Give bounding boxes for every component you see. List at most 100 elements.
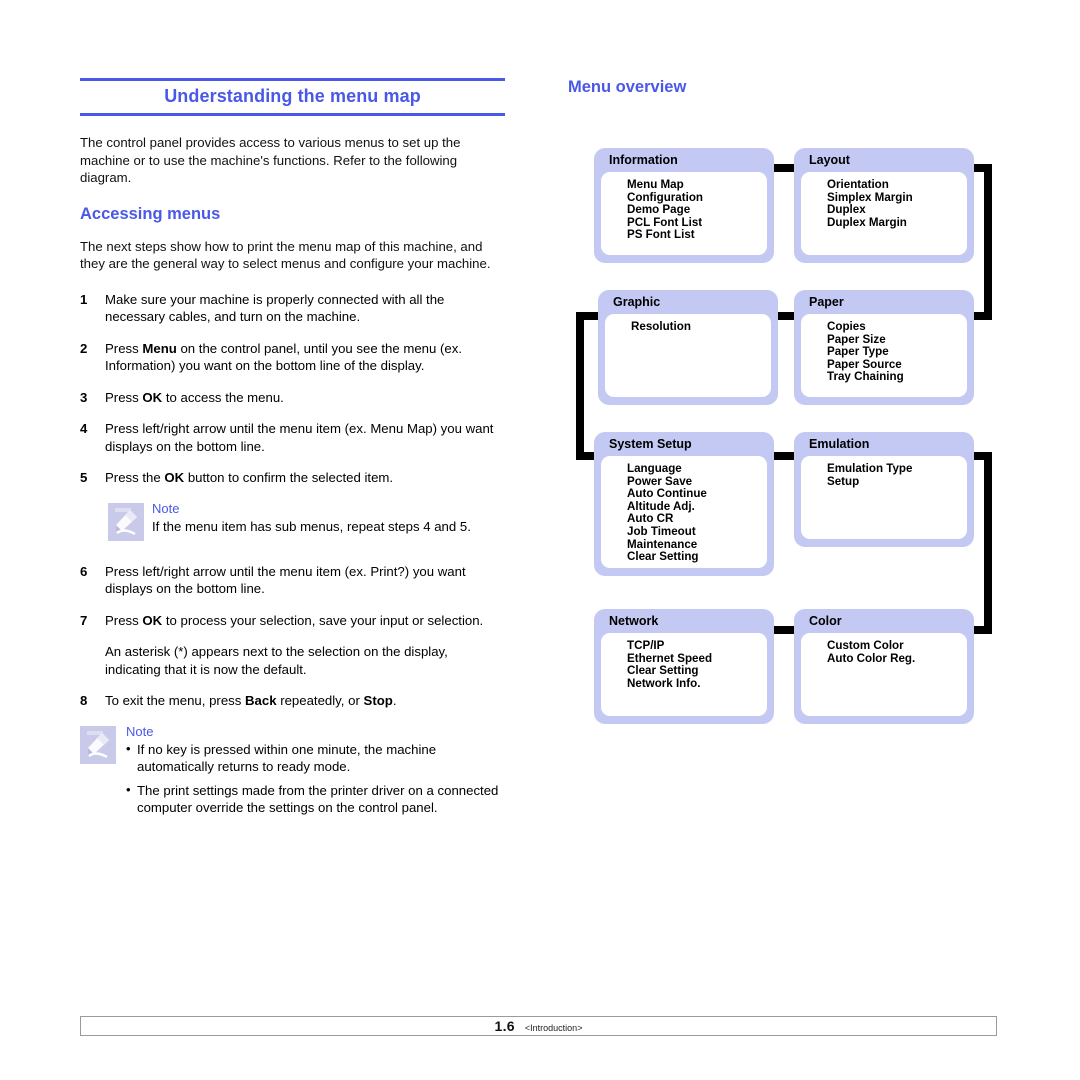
menu-box-title: Graphic <box>613 295 661 309</box>
step-bold-stop: Stop <box>363 693 393 708</box>
step-number: 1 <box>80 291 88 307</box>
step-text-b: to process your selection, save your inp… <box>162 612 484 628</box>
step-item: 2 Press Menu on the control panel, until… <box>80 340 505 375</box>
note-block: Note If no key is pressed within one min… <box>80 724 505 817</box>
menu-box-items: Custom Color Auto Color Reg. <box>801 633 967 716</box>
footer-section-label: <Introduction> <box>524 1023 583 1033</box>
connector-vertical-right-2 <box>984 452 992 634</box>
menu-box-information: Information Menu Map Configuration Demo … <box>594 148 774 263</box>
step-text-a: Press <box>105 612 143 628</box>
menu-box-items: Emulation Type Setup <box>801 456 967 539</box>
step-text: Make sure your machine is properly conne… <box>105 291 445 325</box>
menu-item: Orientation <box>827 178 889 191</box>
step-bold-ok: OK <box>164 470 185 485</box>
menu-box-network: Network TCP/IP Ethernet Speed Clear Sett… <box>594 609 774 724</box>
right-column: Menu overview Information Menu Map Confi… <box>568 78 1008 758</box>
footer-page-number: 1.6 <box>494 1018 515 1034</box>
menu-box-items: Language Power Save Auto Continue Altitu… <box>601 456 767 568</box>
menu-item: TCP/IP <box>627 639 665 652</box>
menu-item: Job Timeout <box>627 524 696 538</box>
step-bold-menu: Menu <box>142 340 177 356</box>
step-item: 6 Press left/right arrow until the menu … <box>80 563 505 598</box>
menu-box-title: Color <box>809 614 842 628</box>
page-title: Understanding the menu map <box>164 86 421 106</box>
menu-item: Paper Type <box>827 345 889 359</box>
step-bold-ok: OK <box>142 389 163 405</box>
connector-vertical-right-1 <box>984 164 992 320</box>
step-text-c: . <box>392 693 397 708</box>
step-text-b: to access the menu. <box>162 389 284 405</box>
section-heading-accessing-menus: Accessing menus <box>80 204 221 223</box>
step-number: 4 <box>80 421 88 436</box>
step-item: 1 Make sure your machine is properly con… <box>80 291 505 326</box>
step-number: 2 <box>80 340 88 356</box>
menu-item: Clear Setting <box>627 664 699 678</box>
step-number: 7 <box>80 612 88 628</box>
step-item: 8 To exit the menu, press Back repeatedl… <box>80 692 505 710</box>
step-item: 4 Press left/right arrow until the menu … <box>80 420 505 455</box>
menu-box-title: Paper <box>809 295 844 309</box>
step-text: Press left/right arrow until the menu it… <box>105 421 494 454</box>
note-bullet: The print settings made from the printer… <box>126 781 505 817</box>
menu-item: Duplex <box>827 203 866 217</box>
menu-box-system-setup: System Setup Language Power Save Auto Co… <box>594 432 774 576</box>
note-pen-icon <box>108 502 144 541</box>
step-text-a: Press <box>105 389 143 405</box>
step-text-b: repeatedly, or <box>276 693 364 708</box>
menu-item: Language <box>627 462 682 475</box>
menu-box-title: Information <box>609 153 678 167</box>
menu-box-title: System Setup <box>609 437 692 451</box>
menu-box-layout: Layout Orientation Simplex Margin Duplex… <box>794 148 974 263</box>
step-text-b: button to confirm the selected item. <box>184 470 394 485</box>
note-title: Note <box>152 500 180 516</box>
menu-item: Setup <box>827 474 860 488</box>
note-bullet-list: If no key is pressed within one minute, … <box>126 740 505 817</box>
menu-box-color: Color Custom Color Auto Color Reg. <box>794 609 974 724</box>
connector-color-right <box>972 626 992 634</box>
step-text-a: Press <box>105 340 143 356</box>
note-body: If the menu item has sub menus, repeat s… <box>152 518 471 534</box>
step-item: 3 Press OK to access the menu. <box>80 389 505 407</box>
menu-item: Tray Chaining <box>827 370 904 384</box>
menu-box-items: Orientation Simplex Margin Duplex Duplex… <box>801 172 967 255</box>
menu-box-title: Layout <box>809 153 850 167</box>
step-text-a: To exit the menu, press <box>105 693 245 708</box>
intro-paragraph: The control panel provides access to var… <box>80 135 461 185</box>
left-column: Understanding the menu map The control p… <box>80 78 505 835</box>
menu-box-title: Emulation <box>809 437 870 451</box>
step-number: 8 <box>80 693 88 708</box>
menu-box-items: Menu Map Configuration Demo Page PCL Fon… <box>601 172 767 255</box>
menu-item: PS Font List <box>627 228 695 242</box>
accessing-menus-paragraph: The next steps show how to print the men… <box>80 238 491 272</box>
step-item: 5 Press the OK button to confirm the sel… <box>80 469 505 487</box>
step-number: 3 <box>80 389 88 405</box>
menu-box-title: Network <box>609 614 659 628</box>
menu-box-items: Copies Paper Size Paper Type Paper Sourc… <box>801 314 967 397</box>
note-pen-icon <box>80 725 116 764</box>
step-number: 6 <box>80 563 88 579</box>
menu-item: Resolution <box>631 320 691 333</box>
menu-item: Emulation Type <box>827 462 913 475</box>
step-number: 5 <box>80 470 88 485</box>
menu-item: Clear Setting <box>627 550 699 564</box>
connector-vertical-left-1 <box>576 312 584 460</box>
step-7-subtext: An asterisk (*) appears next to the sele… <box>105 644 448 677</box>
connector-paper-right <box>972 312 992 320</box>
note-bullet: If no key is pressed within one minute, … <box>126 740 505 776</box>
menu-item: Network Info. <box>627 676 701 690</box>
step-bold-ok: OK <box>142 612 163 628</box>
note-title: Note <box>126 723 154 739</box>
menu-item: Demo Page <box>627 203 691 217</box>
menu-box-graphic: Graphic Resolution <box>598 290 778 405</box>
menu-overview-diagram: Information Menu Map Configuration Demo … <box>568 78 1008 758</box>
page-footer: 1.6 <Introduction> <box>80 1016 997 1036</box>
footer-content: 1.6 <Introduction> <box>495 1018 583 1034</box>
menu-item: Auto Color Reg. <box>827 651 916 665</box>
page-title-rule: Understanding the menu map <box>80 78 505 116</box>
step-item: 7 Press OK to process your selection, sa… <box>80 612 505 630</box>
note-block: Note If the menu item has sub menus, rep… <box>80 501 505 545</box>
menu-box-items: Resolution <box>605 314 771 397</box>
menu-item: Menu Map <box>627 178 684 191</box>
menu-item: Auto Continue <box>627 487 707 501</box>
menu-box-emulation: Emulation Emulation Type Setup <box>794 432 974 547</box>
